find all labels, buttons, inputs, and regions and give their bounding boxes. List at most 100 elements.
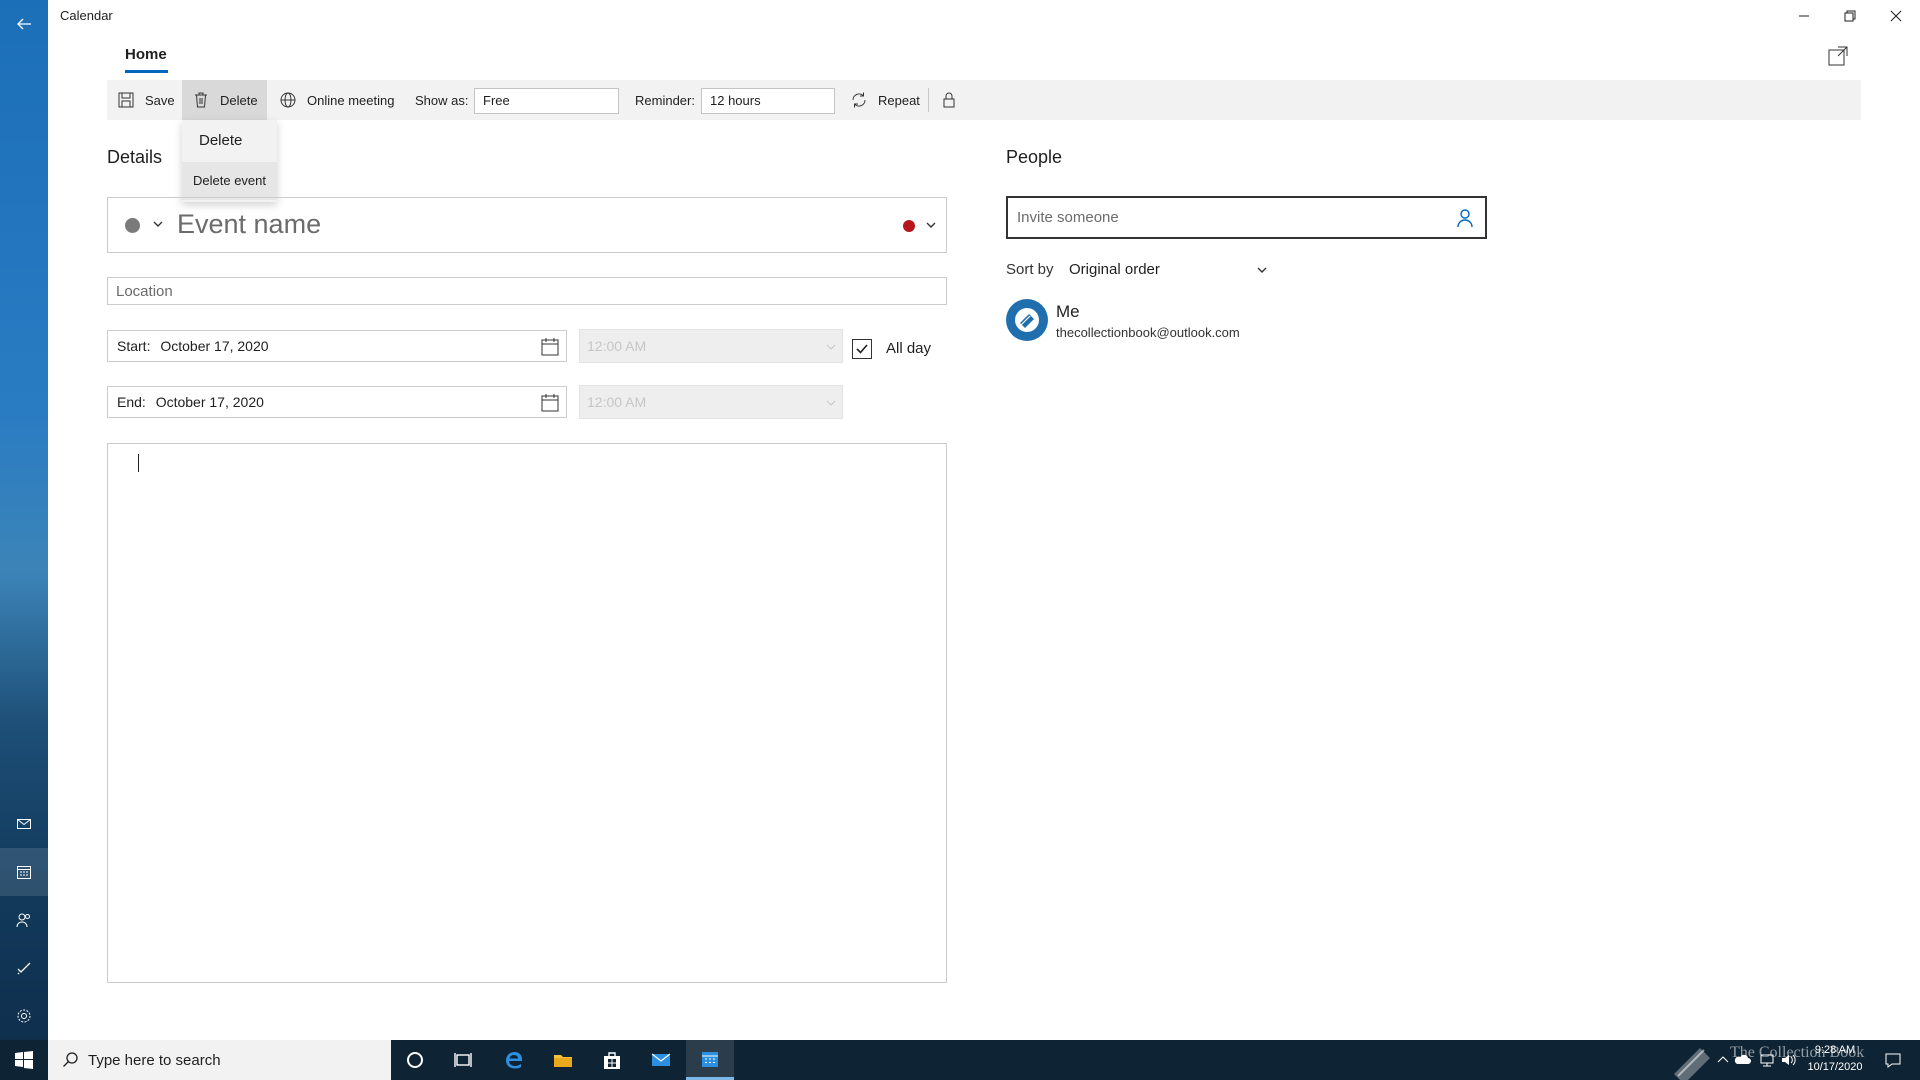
- start-date-field[interactable]: Start: October 17, 2020: [107, 330, 567, 362]
- delete-label: Delete: [220, 92, 258, 108]
- people-icon: [16, 913, 30, 928]
- chevron-down-icon: [826, 400, 836, 406]
- cortana-icon: [407, 1052, 423, 1068]
- calendar-color-dot[interactable]: [125, 218, 140, 233]
- mail-icon: [17, 819, 31, 829]
- watermark-book-logo: [1674, 1048, 1710, 1080]
- popout-icon[interactable]: [1826, 44, 1850, 68]
- start-button[interactable]: [0, 1040, 48, 1080]
- rail-calendar[interactable]: [0, 848, 48, 896]
- navigation-rail: [0, 0, 48, 1040]
- mail-icon: [651, 1053, 671, 1066]
- tab-home[interactable]: Home: [125, 46, 167, 63]
- restore-icon: [1844, 10, 1856, 22]
- category-color-dot[interactable]: [903, 220, 915, 232]
- event-name-field[interactable]: Event name: [107, 197, 947, 253]
- chevron-down-icon[interactable]: [152, 218, 164, 230]
- calendar-icon: [702, 1051, 718, 1067]
- person-icon[interactable]: [1455, 208, 1475, 228]
- store-icon: [604, 1052, 620, 1069]
- online-meeting-button[interactable]: Online meeting: [279, 80, 394, 120]
- task-view-button[interactable]: [439, 1040, 487, 1080]
- folder-icon: [554, 1055, 572, 1067]
- sort-by-dropdown[interactable]: Original order: [1069, 261, 1160, 278]
- reminder-dropdown[interactable]: 12 hours: [701, 88, 835, 114]
- delete-flyout-menu: Delete Delete event: [182, 120, 277, 202]
- taskbar-search-box[interactable]: Type here to search: [48, 1040, 391, 1080]
- rail-mail[interactable]: [0, 800, 48, 848]
- tab-home-indicator: [125, 70, 168, 73]
- restore-button[interactable]: [1827, 0, 1873, 32]
- calendar-icon: [17, 866, 31, 879]
- taskbar-search-placeholder: Type here to search: [88, 1052, 221, 1069]
- end-date-value: October 17, 2020: [155, 394, 264, 410]
- repeat-icon: [852, 92, 866, 108]
- save-icon: [118, 92, 134, 108]
- search-icon: [63, 1052, 78, 1067]
- save-label: Save: [145, 92, 175, 108]
- checkmark-icon: [856, 344, 868, 354]
- repeat-button[interactable]: Repeat: [850, 80, 920, 120]
- store-taskbar-button[interactable]: [588, 1040, 636, 1080]
- calendar-picker-icon[interactable]: [540, 393, 560, 413]
- settings-icon: [17, 1009, 31, 1023]
- rail-todo[interactable]: [0, 944, 48, 992]
- notifications-icon[interactable]: [1884, 1051, 1902, 1069]
- end-label: End:: [117, 394, 146, 410]
- location-field[interactable]: Location: [107, 277, 947, 305]
- show-as-label: Show as:: [415, 92, 469, 108]
- toolbar-divider: [928, 88, 929, 112]
- back-button[interactable]: [0, 0, 48, 48]
- all-day-label: All day: [886, 340, 932, 357]
- attendee-name: Me: [1056, 302, 1080, 321]
- end-date-field[interactable]: End: October 17, 2020: [107, 386, 567, 418]
- end-time-field: 12:00 AM: [579, 385, 843, 419]
- rail-settings[interactable]: [0, 992, 48, 1040]
- task-view-icon: [454, 1053, 472, 1067]
- delete-menu-item[interactable]: Delete: [199, 132, 242, 149]
- start-time-field: 12:00 AM: [579, 329, 843, 363]
- reminder-label: Reminder:: [635, 92, 695, 108]
- all-day-checkbox[interactable]: [852, 339, 872, 359]
- command-bar: Save Delete Online meeting Show as: Free…: [107, 80, 1861, 120]
- show-as-dropdown[interactable]: Free: [474, 88, 619, 114]
- rail-people[interactable]: [0, 896, 48, 944]
- edge-icon: [506, 1052, 522, 1069]
- delete-event-menu-item[interactable]: Delete event: [182, 162, 277, 200]
- chevron-down-icon[interactable]: [1256, 264, 1268, 276]
- mail-taskbar-button[interactable]: [637, 1040, 685, 1080]
- start-date-value: October 17, 2020: [160, 338, 269, 354]
- attendee-email: thecollectionbook@outlook.com: [1056, 325, 1240, 340]
- end-time-value: 12:00 AM: [587, 394, 647, 410]
- repeat-label: Repeat: [878, 92, 920, 108]
- save-button[interactable]: Save: [117, 80, 175, 120]
- delete-button[interactable]: Delete: [182, 80, 267, 120]
- taskbar: Type here to search 9:28 AM 10/17/2020: [0, 1040, 1920, 1080]
- chevron-down-icon[interactable]: [925, 219, 937, 231]
- cortana-button[interactable]: [391, 1040, 439, 1080]
- app-title: Calendar: [60, 8, 113, 23]
- book-logo-icon: [1015, 308, 1039, 332]
- event-name-placeholder: Event name: [177, 209, 322, 239]
- text-caret: [138, 454, 139, 472]
- calendar-picker-icon[interactable]: [540, 337, 560, 357]
- details-heading: Details: [107, 147, 163, 167]
- chevron-down-icon: [826, 344, 836, 350]
- close-button[interactable]: [1873, 0, 1919, 32]
- minimize-icon: [1799, 15, 1809, 17]
- title-bar: Calendar: [48, 0, 1920, 32]
- sort-by-label: Sort by: [1006, 261, 1054, 278]
- file-explorer-taskbar-button[interactable]: [539, 1040, 587, 1080]
- private-button[interactable]: [940, 80, 968, 120]
- avatar: [1006, 299, 1048, 341]
- lock-icon: [943, 92, 955, 108]
- edge-taskbar-button[interactable]: [490, 1040, 538, 1080]
- minimize-button[interactable]: [1781, 0, 1827, 32]
- calendar-taskbar-button[interactable]: [686, 1040, 734, 1080]
- trash-icon: [195, 92, 207, 108]
- invite-someone-input[interactable]: Invite someone: [1006, 196, 1487, 239]
- start-time-value: 12:00 AM: [587, 338, 647, 354]
- back-arrow-icon: [17, 18, 31, 30]
- close-icon: [1890, 10, 1902, 22]
- event-notes-editor[interactable]: [107, 443, 947, 983]
